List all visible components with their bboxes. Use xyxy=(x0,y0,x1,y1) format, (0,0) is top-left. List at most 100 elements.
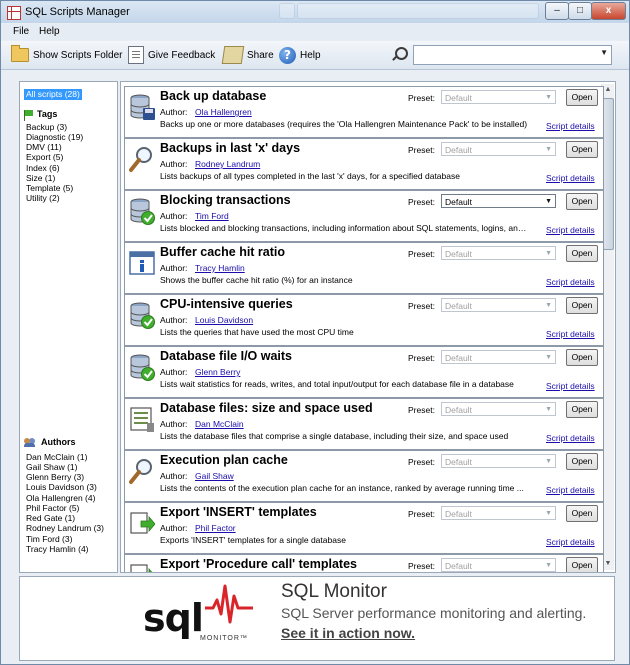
tag-item[interactable]: Utility (2) xyxy=(26,193,60,203)
script-details-link[interactable]: Script details xyxy=(546,329,595,339)
scroll-up-icon[interactable]: ▲ xyxy=(603,85,613,95)
preset-dropdown[interactable]: Default ▼ xyxy=(441,298,556,312)
scroll-down-icon[interactable]: ▼ xyxy=(603,559,613,569)
script-title: Blocking transactions xyxy=(160,193,291,207)
script-title: Backups in last 'x' days xyxy=(160,141,301,155)
script-row[interactable]: Blocking transactions Author: Tim Ford List… xyxy=(124,190,604,242)
script-row[interactable]: Export 'Procedure call' templatesAuthor:… xyxy=(124,554,604,572)
open-button[interactable]: Open xyxy=(566,401,598,418)
info-window-icon xyxy=(129,249,155,277)
script-row[interactable]: Back up database Author: Ola Hallengren Bac… xyxy=(124,86,604,138)
tag-item[interactable]: Index (6) xyxy=(26,163,60,173)
preset-dropdown[interactable]: Default ▼ xyxy=(441,402,556,416)
author-link[interactable]: Dan McClain xyxy=(195,419,244,429)
help-icon: ? xyxy=(279,46,296,64)
preset-value: Default xyxy=(445,249,472,259)
script-title: Export 'INSERT' templates xyxy=(160,505,317,519)
title-bar[interactable]: SQL Scripts Manager – □ x xyxy=(1,1,629,23)
open-button[interactable]: Open xyxy=(566,453,598,470)
sql-monitor-banner[interactable]: sql MONITOR™ SQL Monitor SQL Server perf… xyxy=(19,576,615,661)
preset-dropdown[interactable]: Default ▼ xyxy=(441,350,556,364)
flag-icon xyxy=(24,109,33,121)
maximize-button[interactable]: □ xyxy=(568,2,592,20)
preset-dropdown[interactable]: Default ▼ xyxy=(441,558,556,572)
author-item[interactable]: Gail Shaw (1) xyxy=(26,462,78,472)
author-link[interactable]: Glenn Berry xyxy=(195,367,240,377)
author-label: Author: xyxy=(160,159,188,169)
preset-dropdown[interactable]: Default ▼ xyxy=(441,454,556,468)
preset-label: Preset: xyxy=(408,561,435,571)
open-button[interactable]: Open xyxy=(566,349,598,366)
open-button[interactable]: Open xyxy=(566,557,598,572)
menu-help[interactable]: Help xyxy=(39,26,60,37)
script-row[interactable]: Backups in last 'x' days Author: Rodney La… xyxy=(124,138,604,190)
search-combobox[interactable]: ▼ xyxy=(413,45,612,65)
open-button[interactable]: Open xyxy=(566,505,598,522)
tag-item[interactable]: Diagnostic (19) xyxy=(26,132,83,142)
author-link[interactable]: Rodney Landrum xyxy=(195,159,260,169)
chevron-down-icon[interactable]: ▼ xyxy=(600,48,608,57)
search-input[interactable] xyxy=(414,46,596,62)
author-item[interactable]: Louis Davidson (3) xyxy=(26,482,97,492)
author-link[interactable]: Ola Hallengren xyxy=(195,107,252,117)
author-link[interactable]: Louis Davidson xyxy=(195,315,253,325)
tag-item[interactable]: Template (5) xyxy=(26,183,73,193)
author-item[interactable]: Dan McClain (1) xyxy=(26,452,87,462)
open-button[interactable]: Open xyxy=(566,245,598,262)
author-item[interactable]: Glenn Berry (3) xyxy=(26,472,84,482)
show-scripts-folder-button[interactable]: Show Scripts Folder xyxy=(11,44,122,66)
script-row[interactable]: Database file I/O waits Author: Glenn Berr… xyxy=(124,346,604,398)
author-item[interactable]: Tracy Hamlin (4) xyxy=(26,544,89,554)
chevron-down-icon: ▼ xyxy=(545,354,552,361)
preset-dropdown[interactable]: Default ▼ xyxy=(441,142,556,156)
author-item[interactable]: Tim Ford (3) xyxy=(26,534,72,544)
preset-dropdown[interactable]: Default ▼ xyxy=(441,506,556,520)
author-link[interactable]: Tim Ford xyxy=(195,211,229,221)
minimize-button[interactable]: – xyxy=(545,2,569,20)
script-row[interactable]: Export 'INSERT' templates Author: Phil Fac… xyxy=(124,502,604,554)
open-button[interactable]: Open xyxy=(566,89,598,106)
script-details-link[interactable]: Script details xyxy=(546,485,595,495)
preset-dropdown[interactable]: Default ▼ xyxy=(441,246,556,260)
script-row[interactable]: Database files: size and space used Autho… xyxy=(124,398,604,450)
tag-item[interactable]: Backup (3) xyxy=(26,122,67,132)
author-item[interactable]: Phil Factor (5) xyxy=(26,503,79,513)
chevron-down-icon: ▼ xyxy=(545,146,552,153)
script-title: Database file I/O waits xyxy=(160,349,292,363)
script-details-link[interactable]: Script details xyxy=(546,381,595,391)
script-title: CPU-intensive queries xyxy=(160,297,293,311)
preset-dropdown[interactable]: Default ▼ xyxy=(441,90,556,104)
open-button[interactable]: Open xyxy=(566,141,598,158)
close-button[interactable]: x xyxy=(591,2,626,20)
script-details-link[interactable]: Script details xyxy=(546,225,595,235)
tag-item[interactable]: DMV (11) xyxy=(26,142,62,152)
script-details-link[interactable]: Script details xyxy=(546,121,595,131)
script-details-link[interactable]: Script details xyxy=(546,537,595,547)
script-details-link[interactable]: Script details xyxy=(546,173,595,183)
author-item[interactable]: Rodney Landrum (3) xyxy=(26,523,104,533)
author-link[interactable]: Phil Factor xyxy=(195,523,236,533)
script-details-link[interactable]: Script details xyxy=(546,277,595,287)
scrollbar-thumb[interactable] xyxy=(603,98,614,250)
all-scripts-item[interactable]: All scripts (28) xyxy=(24,89,82,100)
script-row[interactable]: Buffer cache hit ratio Author: Tracy Hamli… xyxy=(124,242,604,294)
script-row[interactable]: CPU-intensive queries Author: Louis Davids… xyxy=(124,294,604,346)
open-button[interactable]: Open xyxy=(566,297,598,314)
author-item[interactable]: Ola Hallengren (4) xyxy=(26,493,95,503)
see-it-in-action-link[interactable]: See it in action now. xyxy=(281,625,415,641)
script-row[interactable]: Execution plan cache Author: Gail Shaw List… xyxy=(124,450,604,502)
authors-heading-label: Authors xyxy=(41,437,76,447)
author-link[interactable]: Tracy Hamlin xyxy=(195,263,245,273)
give-feedback-button[interactable]: Give Feedback xyxy=(128,44,215,66)
open-button[interactable]: Open xyxy=(566,193,598,210)
script-details-link[interactable]: Script details xyxy=(546,433,595,443)
menu-file[interactable]: File xyxy=(13,26,29,37)
script-description: Shows the buffer cache hit ratio (%) for… xyxy=(160,275,353,285)
share-button[interactable]: Share xyxy=(221,44,274,66)
help-button[interactable]: ? Help xyxy=(279,44,321,66)
preset-dropdown[interactable]: Default ▼ xyxy=(441,194,556,208)
tag-item[interactable]: Size (1) xyxy=(26,173,55,183)
author-link[interactable]: Gail Shaw xyxy=(195,471,234,481)
author-item[interactable]: Red Gate (1) xyxy=(26,513,75,523)
tag-item[interactable]: Export (5) xyxy=(26,152,63,162)
